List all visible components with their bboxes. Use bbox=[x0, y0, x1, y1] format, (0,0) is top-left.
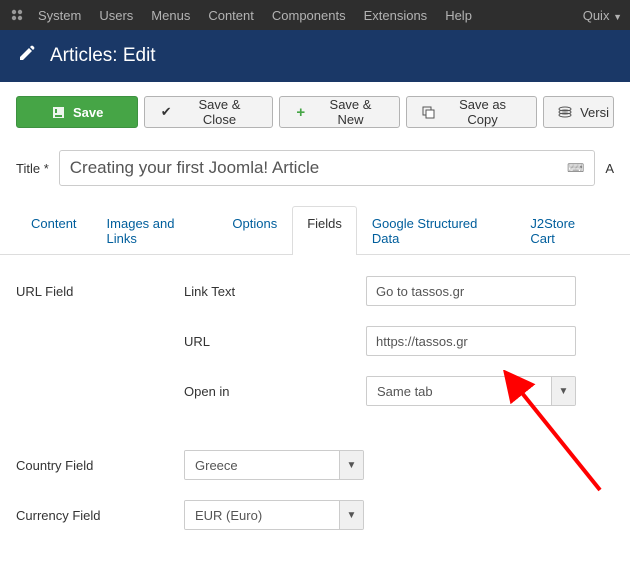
admin-top-menu: System Users Menus Content Components Ex… bbox=[0, 0, 630, 30]
open-in-value: Same tab bbox=[367, 377, 551, 405]
currency-select[interactable]: EUR (Euro) ▼ bbox=[184, 500, 364, 530]
tab-google-structured-data[interactable]: Google Structured Data bbox=[357, 206, 515, 255]
keyboard-icon: ⌨ bbox=[567, 161, 584, 175]
row-country: Country Field Greece ▼ bbox=[16, 447, 614, 483]
menu-system[interactable]: System bbox=[38, 8, 81, 23]
row-link-text: URL Field Link Text bbox=[16, 273, 614, 309]
chevron-down-icon: ▼ bbox=[339, 501, 363, 529]
toolbar: Save ✔ Save & Close + Save & New Save as… bbox=[0, 82, 630, 128]
fields-form: URL Field Link Text URL Open in Same tab… bbox=[0, 255, 630, 565]
chevron-down-icon: ▼ bbox=[551, 377, 575, 405]
tab-images-links[interactable]: Images and Links bbox=[92, 206, 218, 255]
country-select[interactable]: Greece ▼ bbox=[184, 450, 364, 480]
copy-icon bbox=[421, 105, 435, 119]
title-input[interactable]: Creating your first Joomla! Article ⌨ bbox=[59, 150, 596, 186]
page-title: Articles: Edit bbox=[50, 45, 156, 67]
country-value: Greece bbox=[185, 451, 339, 479]
title-label: Title * bbox=[16, 161, 49, 176]
open-in-label: Open in bbox=[184, 384, 366, 399]
joomla-logo-icon[interactable] bbox=[8, 6, 26, 24]
plus-icon: + bbox=[294, 105, 308, 119]
link-text-input[interactable] bbox=[366, 276, 576, 306]
url-field-group-label: URL Field bbox=[16, 284, 184, 299]
menu-components[interactable]: Components bbox=[272, 8, 346, 23]
url-input[interactable] bbox=[366, 326, 576, 356]
chevron-down-icon: ▼ bbox=[339, 451, 363, 479]
save-new-button[interactable]: + Save & New bbox=[279, 96, 400, 128]
page-header: Articles: Edit bbox=[0, 30, 630, 82]
open-in-select[interactable]: Same tab ▼ bbox=[366, 376, 576, 406]
row-url: URL bbox=[16, 323, 614, 359]
apply-icon bbox=[51, 105, 65, 119]
tab-content[interactable]: Content bbox=[16, 206, 92, 255]
row-currency: Currency Field EUR (Euro) ▼ bbox=[16, 497, 614, 533]
save-new-label: Save & New bbox=[316, 97, 386, 127]
menu-extensions[interactable]: Extensions bbox=[364, 8, 428, 23]
link-text-label: Link Text bbox=[184, 284, 366, 299]
currency-value: EUR (Euro) bbox=[185, 501, 339, 529]
save-close-label: Save & Close bbox=[181, 97, 258, 127]
tab-fields[interactable]: Fields bbox=[292, 206, 357, 255]
menu-quix[interactable]: Quix ▼ bbox=[583, 8, 622, 23]
stack-icon bbox=[558, 105, 572, 119]
alias-label: A bbox=[605, 161, 614, 176]
tabs: Content Images and Links Options Fields … bbox=[0, 206, 630, 255]
check-icon: ✔ bbox=[159, 105, 173, 119]
save-copy-button[interactable]: Save as Copy bbox=[406, 96, 537, 128]
pencil-icon bbox=[18, 44, 36, 68]
country-label: Country Field bbox=[16, 458, 184, 473]
save-copy-label: Save as Copy bbox=[443, 97, 522, 127]
tab-options[interactable]: Options bbox=[217, 206, 292, 255]
versions-button[interactable]: Versi bbox=[543, 96, 614, 128]
tab-j2store-cart[interactable]: J2Store Cart bbox=[515, 206, 614, 255]
url-label: URL bbox=[184, 334, 366, 349]
save-label: Save bbox=[73, 105, 103, 120]
menu-users[interactable]: Users bbox=[99, 8, 133, 23]
save-button[interactable]: Save bbox=[16, 96, 138, 128]
menu-content[interactable]: Content bbox=[208, 8, 254, 23]
menu-menus[interactable]: Menus bbox=[151, 8, 190, 23]
versions-label: Versi bbox=[580, 105, 609, 120]
save-close-button[interactable]: ✔ Save & Close bbox=[144, 96, 273, 128]
row-open-in: Open in Same tab ▼ bbox=[16, 373, 614, 409]
title-row: Title * Creating your first Joomla! Arti… bbox=[0, 128, 630, 194]
title-value: Creating your first Joomla! Article bbox=[70, 158, 319, 178]
menu-help[interactable]: Help bbox=[445, 8, 472, 23]
